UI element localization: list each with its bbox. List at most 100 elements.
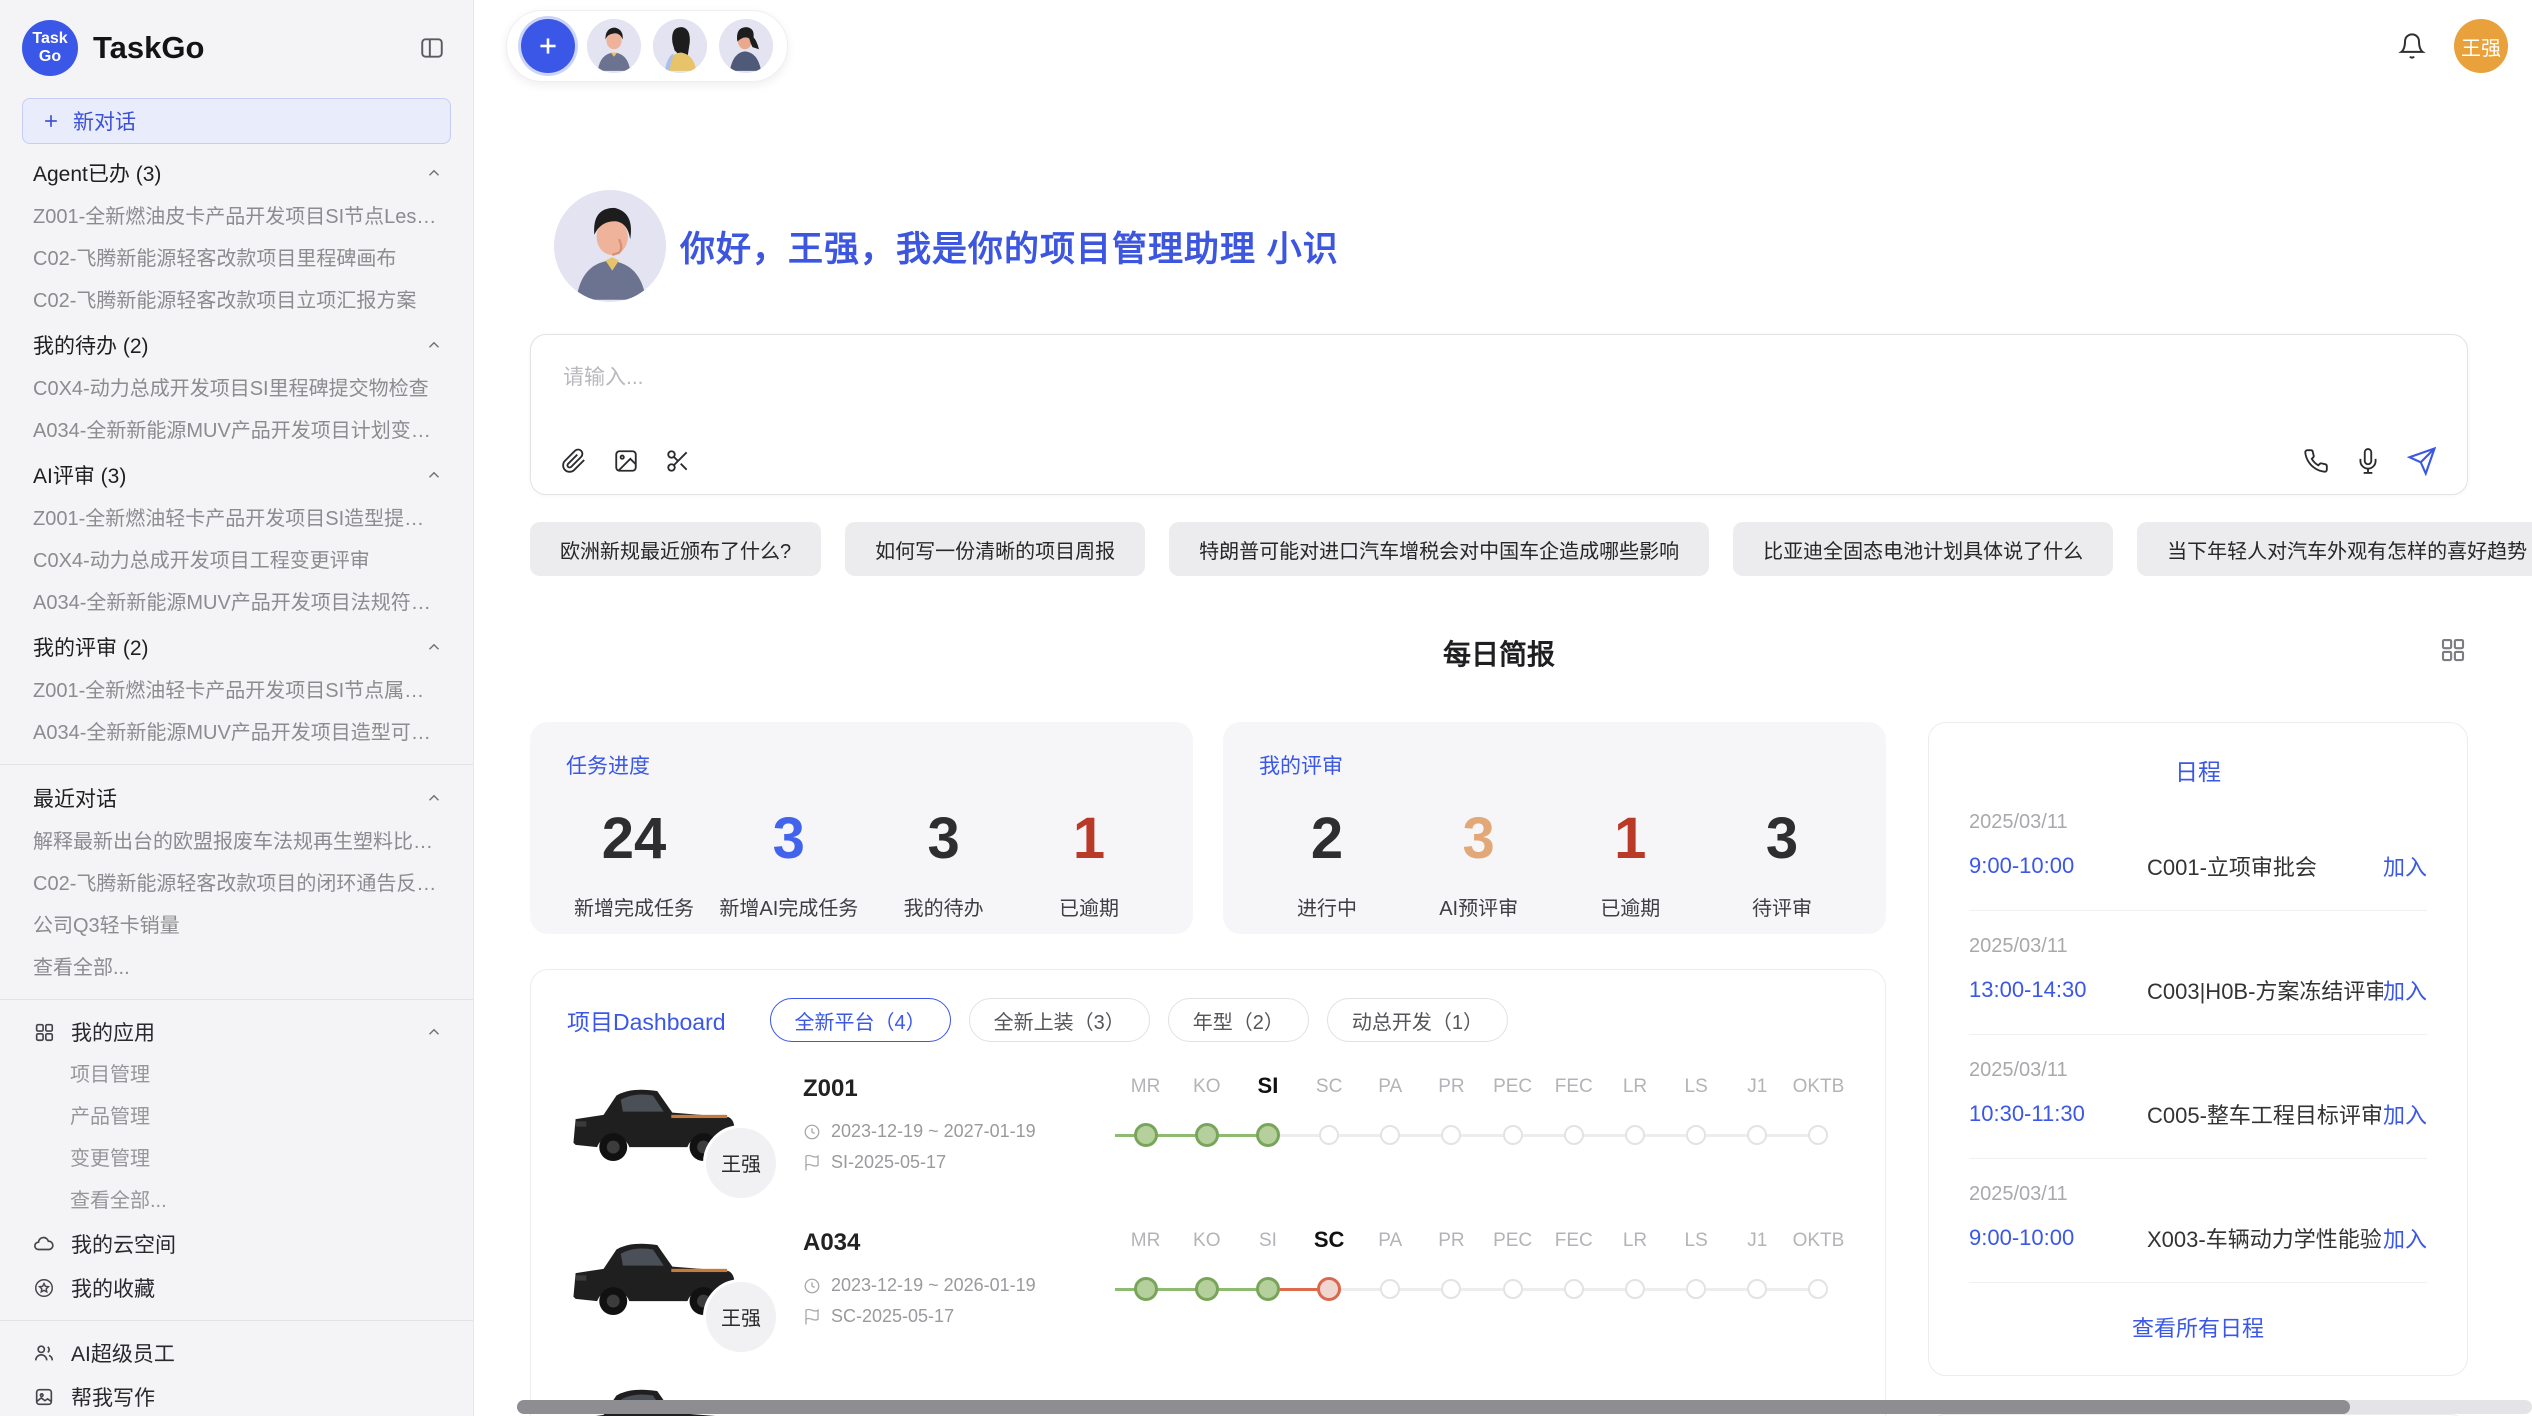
suggestion-chip[interactable]: 比亚迪全固态电池计划具体说了什么 (1733, 522, 2113, 576)
list-item[interactable]: C0X4-动力总成开发项目SI里程碑提交物检查 (0, 368, 473, 410)
list-item[interactable]: A034-全新新能源MUV产品开发项目法规符合性评审 (0, 582, 473, 624)
join-link[interactable]: 加入 (2383, 1222, 2427, 1254)
agent-avatar-3[interactable] (719, 19, 773, 73)
phone-call-icon[interactable] (2303, 448, 2329, 474)
project-row-z001[interactable]: 王强 Z001 2023-12-19 ~ 2027-01-19 SI-2025-… (567, 1068, 1849, 1180)
milestone-pa: PA (1360, 1222, 1421, 1334)
schedule-time: 9:00-10:00 (1969, 853, 2147, 879)
section-agent-done[interactable]: Agent已办 (3) (0, 150, 473, 196)
milestone-dot (1380, 1279, 1400, 1299)
schedule-item-title: X003-车辆动力学性能验... (2147, 1222, 2383, 1254)
section-ai-review[interactable]: AI评审 (3) (0, 452, 473, 498)
project-dates: 2023-12-19 ~ 2027-01-19 (803, 1121, 1099, 1142)
chevron-up-icon[interactable] (425, 638, 443, 656)
milestone-dot (1808, 1279, 1828, 1299)
add-agent-button[interactable] (521, 19, 575, 73)
agent-avatar-1[interactable] (587, 19, 641, 73)
sidebar: Task Go TaskGo 新对话 Agent已办 (3) Z001-全新燃油… (0, 0, 474, 1416)
sidebar-collapse-icon[interactable] (419, 35, 445, 61)
list-item[interactable]: Z001-全新燃油皮卡产品开发项目SI节点Lesson Learn报告 (0, 196, 473, 238)
horizontal-scrollbar-thumb[interactable] (517, 1400, 2350, 1414)
sidebar-item-my-apps[interactable]: 我的应用 (0, 1010, 473, 1054)
filter-new-body[interactable]: 全新上装（3） (969, 998, 1150, 1042)
chat-input[interactable] (561, 359, 2437, 446)
chevron-up-icon[interactable] (425, 789, 443, 807)
join-link[interactable]: 加入 (2383, 850, 2427, 882)
view-all-schedule-link[interactable]: 查看所有日程 (1969, 1283, 2427, 1351)
schedule-item[interactable]: 2025/03/11 10:30-11:30 C005-整车工程目标评审 加入 (1969, 1035, 2427, 1159)
suggestion-chip[interactable]: 欧洲新规最近颁布了什么? (530, 522, 821, 576)
layout-grid-icon[interactable] (2438, 635, 2468, 665)
sidebar-item-favorites[interactable]: 我的收藏 (0, 1266, 473, 1310)
briefing-header: 每日简报 (530, 633, 2468, 667)
list-item[interactable]: C0X4-动力总成开发项目工程变更评审 (0, 540, 473, 582)
scissors-icon[interactable] (665, 448, 691, 474)
app-item-project-mgmt[interactable]: 项目管理 (0, 1054, 473, 1096)
view-all-chats[interactable]: 查看全部... (0, 947, 473, 989)
chevron-up-icon[interactable] (425, 336, 443, 354)
list-item[interactable]: Z001-全新燃油轻卡产品开发项目SI节点属性5D文件评审 (0, 670, 473, 712)
milestone-oktb: OKTB (1788, 1222, 1849, 1334)
section-my-review[interactable]: 我的评审 (2) (0, 624, 473, 670)
topbar-right: 王强 (2398, 19, 2508, 73)
milestone-ko: KO (1176, 1068, 1237, 1180)
stat-value: 1 (1614, 810, 1646, 868)
milestone-mr: MR (1115, 1068, 1176, 1180)
filter-year-model[interactable]: 年型（2） (1168, 998, 1309, 1042)
join-link[interactable]: 加入 (2383, 1098, 2427, 1130)
stat-label: 我的待办 (904, 892, 984, 921)
logo-text-top: Task (32, 30, 67, 48)
section-my-todo[interactable]: 我的待办 (2) (0, 322, 473, 368)
send-icon[interactable] (2407, 446, 2437, 476)
list-item[interactable]: C02-飞腾新能源轻客改款项目立项汇报方案 (0, 280, 473, 322)
new-chat-button[interactable]: 新对话 (22, 98, 451, 144)
microphone-icon[interactable] (2355, 448, 2381, 474)
right-column: 日程 2025/03/11 9:00-10:00 C001-立项审批会 加入 2… (1928, 722, 2468, 1416)
sidebar-item-cloud-space[interactable]: 我的云空间 (0, 1222, 473, 1266)
image-doc-icon (33, 1386, 55, 1408)
app-item-change-mgmt[interactable]: 变更管理 (0, 1138, 473, 1180)
schedule-card: 日程 2025/03/11 9:00-10:00 C001-立项审批会 加入 2… (1928, 722, 2468, 1376)
section-recent-chats[interactable]: 最近对话 (0, 775, 473, 821)
list-item[interactable]: A034-全新新能源MUV产品开发项目计划变更表编写 (0, 410, 473, 452)
sidebar-item-ai-super-staff[interactable]: AI超级员工 (0, 1331, 473, 1375)
project-row-a034[interactable]: 王强 A034 2023-12-19 ~ 2026-01-19 SC-2025-… (567, 1222, 1849, 1334)
list-item[interactable]: 解释最新出台的欧盟报废车法规再生塑料比例被调至15%... (0, 821, 473, 863)
milestone-ls: LS (1666, 1222, 1727, 1334)
sidebar-item-help-me-write[interactable]: 帮我写作 (0, 1375, 473, 1416)
chevron-up-icon[interactable] (425, 466, 443, 484)
chevron-up-icon[interactable] (425, 1023, 443, 1041)
schedule-item[interactable]: 2025/03/11 9:00-10:00 X003-车辆动力学性能验... 加… (1969, 1159, 2427, 1283)
agent-avatar-2[interactable] (653, 19, 707, 73)
stat-review-overdue: 1 已逾期 (1570, 810, 1690, 921)
list-item[interactable]: C02-飞腾新能源轻客改款项目里程碑画布 (0, 238, 473, 280)
filter-new-platform[interactable]: 全新平台（4） (770, 998, 951, 1042)
main-area: 王强 你好，王强，我是你的项目管理助理 小识 (474, 0, 2532, 1416)
milestone-si: SI (1237, 1222, 1298, 1334)
new-chat-label: 新对话 (73, 106, 136, 136)
schedule-item[interactable]: 2025/03/11 13:00-14:30 C003|H0B-方案冻结评审 加… (1969, 911, 2427, 1035)
notification-bell-icon[interactable] (2398, 32, 2426, 60)
user-avatar[interactable]: 王强 (2454, 19, 2508, 73)
suggestion-chip[interactable]: 当下年轻人对汽车外观有怎样的喜好趋势 (2137, 522, 2532, 576)
filter-powertrain[interactable]: 动总开发（1） (1327, 998, 1508, 1042)
dashboard-filters: 全新平台（4） 全新上装（3） 年型（2） 动总开发（1） (770, 998, 1509, 1042)
milestone-dot (1625, 1125, 1645, 1145)
app-item-product-mgmt[interactable]: 产品管理 (0, 1096, 473, 1138)
chevron-up-icon[interactable] (425, 164, 443, 182)
attachment-icon[interactable] (561, 448, 587, 474)
view-all-apps[interactable]: 查看全部... (0, 1180, 473, 1222)
suggestion-chip[interactable]: 特朗普可能对进口汽车增税会对中国车企造成哪些影响 (1169, 522, 1709, 576)
schedule-item-title: C003|H0B-方案冻结评审 (2147, 974, 2383, 1006)
milestone-pa: PA (1360, 1068, 1421, 1180)
stat-cards: 任务进度 24 新增完成任务 3 新增AI完成任务 3 (530, 722, 1886, 934)
list-item[interactable]: Z001-全新燃油轻卡产品开发项目SI造型提交物评审 (0, 498, 473, 540)
project-info: A034 2023-12-19 ~ 2026-01-19 SC-2025-05-… (803, 1229, 1099, 1327)
list-item[interactable]: C02-飞腾新能源轻客改款项目的闭环通告反馈情况 (0, 863, 473, 905)
image-upload-icon[interactable] (613, 448, 639, 474)
suggestion-chip[interactable]: 如何写一份清晰的项目周报 (845, 522, 1145, 576)
schedule-item[interactable]: 2025/03/11 9:00-10:00 C001-立项审批会 加入 (1969, 787, 2427, 911)
join-link[interactable]: 加入 (2383, 974, 2427, 1006)
list-item[interactable]: 公司Q3轻卡销量 (0, 905, 473, 947)
list-item[interactable]: A034-全新新能源MUV产品开发项目造型可行性评审 (0, 712, 473, 754)
